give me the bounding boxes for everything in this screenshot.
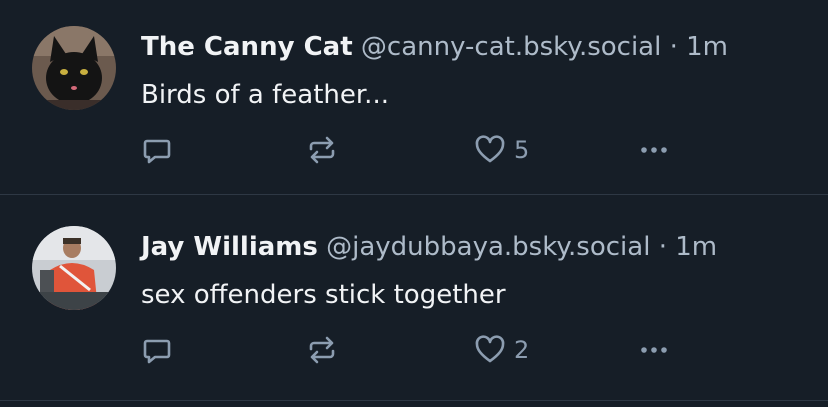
more-options-icon (641, 347, 667, 353)
like-button[interactable]: 2 (474, 332, 529, 368)
post-text: Birds of a feather... (141, 80, 389, 110)
more-options-button[interactable] (637, 332, 671, 368)
post-actions: 5 (0, 132, 828, 168)
avatar[interactable] (32, 226, 116, 310)
author-name[interactable]: Jay Williams (141, 232, 318, 262)
post-divider (0, 194, 828, 195)
more-options-icon (641, 147, 667, 153)
post-text: sex offenders stick together (141, 280, 506, 310)
post-divider (0, 400, 828, 401)
separator: · (658, 232, 667, 262)
like-count: 5 (514, 136, 530, 164)
black-cat-avatar-icon (32, 26, 116, 110)
reply-button[interactable] (141, 132, 173, 168)
more-options-button[interactable] (637, 132, 671, 168)
author-name[interactable]: The Canny Cat (141, 32, 353, 62)
author-handle[interactable]: @jaydubbaya.bsky.social (326, 232, 650, 262)
feed-post[interactable]: Jay Williams @jaydubbaya.bsky.social · 1… (0, 200, 828, 400)
post-time[interactable]: 1m (675, 232, 717, 262)
repost-icon (309, 336, 335, 364)
feed-post[interactable]: The Canny Cat @canny-cat.bsky.social · 1… (0, 0, 828, 194)
post-time[interactable]: 1m (686, 32, 728, 62)
avatar[interactable] (32, 26, 116, 110)
repost-button[interactable] (305, 132, 339, 168)
repost-icon (309, 136, 335, 164)
heart-icon (475, 135, 505, 163)
separator: · (669, 32, 678, 62)
reply-icon (143, 339, 171, 364)
like-button[interactable]: 5 (474, 132, 529, 168)
author-handle[interactable]: @canny-cat.bsky.social (361, 32, 661, 62)
like-count: 2 (514, 336, 530, 364)
reply-icon (143, 139, 171, 164)
repost-button[interactable] (305, 332, 339, 368)
heart-icon (475, 335, 505, 363)
reply-button[interactable] (141, 332, 173, 368)
post-header: The Canny Cat @canny-cat.bsky.social · 1… (141, 30, 728, 64)
person-avatar-icon (32, 226, 116, 310)
feed: The Canny Cat @canny-cat.bsky.social · 1… (0, 0, 828, 407)
post-header: Jay Williams @jaydubbaya.bsky.social · 1… (141, 230, 717, 264)
post-actions: 2 (0, 332, 828, 368)
